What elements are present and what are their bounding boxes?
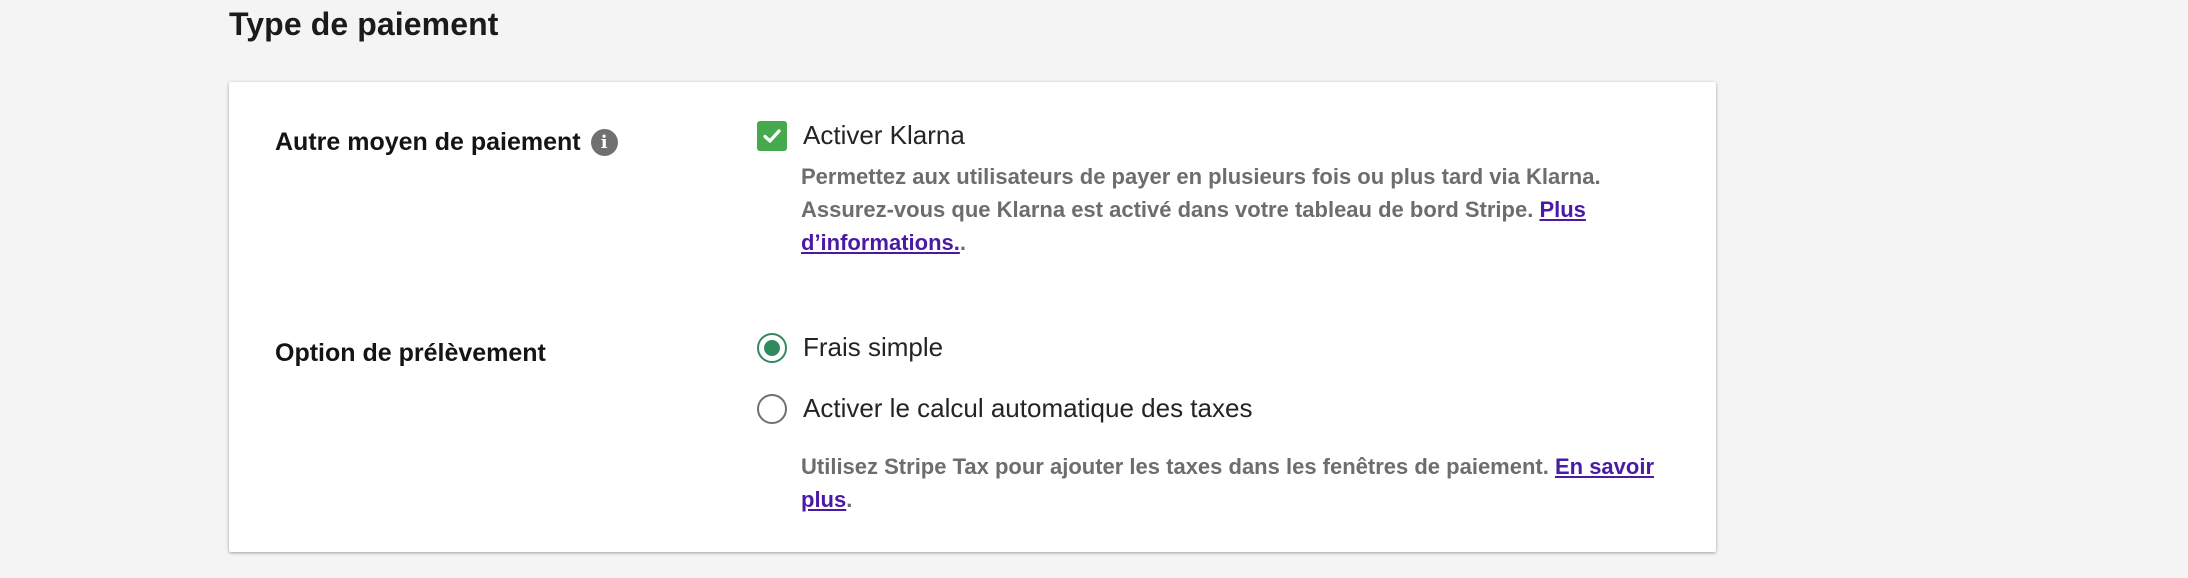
radio-label-auto-tax[interactable]: Activer le calcul automatique des taxes — [803, 393, 1252, 424]
tax-help-body: Utilisez Stripe Tax pour ajouter les tax… — [801, 454, 1555, 479]
info-icon[interactable]: i — [590, 129, 618, 156]
tax-help-suffix: . — [846, 487, 853, 512]
tax-help-text: Utilisez Stripe Tax pour ajouter les tax… — [801, 450, 1681, 516]
payment-settings-card: Autre moyen de paiement i Activer Klarna… — [229, 82, 1716, 552]
klarna-checkbox-label[interactable]: Activer Klarna — [803, 120, 965, 151]
alt-payment-label: Autre moyen de paiement — [275, 128, 581, 156]
alt-payment-label-row: Autre moyen de paiement i — [275, 128, 618, 157]
klarna-checkbox[interactable] — [757, 120, 787, 151]
radio-option-auto-tax[interactable]: Activer le calcul automatique des taxes — [757, 393, 1252, 424]
radio-option-simple-charge[interactable]: Frais simple — [757, 332, 943, 363]
klarna-checkbox-row[interactable]: Activer Klarna — [757, 120, 965, 151]
charge-option-label: Option de prélèvement — [275, 339, 546, 367]
section-title: Type de paiement — [229, 6, 499, 42]
radio-selected-dot — [764, 339, 780, 356]
radio-button-simple-charge[interactable] — [757, 332, 787, 363]
checkmark-icon — [763, 128, 781, 143]
klarna-help-text: Permettez aux utilisateurs de payer en p… — [801, 160, 1631, 259]
klarna-help-suffix: . — [959, 230, 967, 255]
klarna-help-body: Permettez aux utilisateurs de payer en p… — [801, 164, 1601, 222]
radio-button-auto-tax[interactable] — [757, 393, 787, 424]
radio-label-simple-charge[interactable]: Frais simple — [803, 332, 943, 363]
